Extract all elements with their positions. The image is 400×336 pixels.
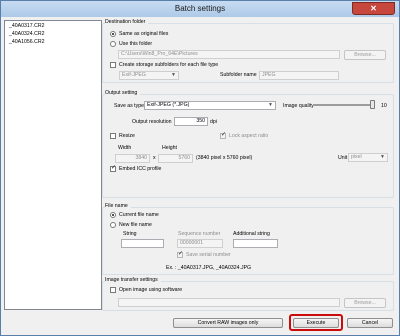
file-name-example: Ex. : _40A0317.JPG, _40A0324.JPG [166, 265, 252, 271]
file-name-header: File name [105, 203, 131, 209]
lock-aspect-ratio-checkbox[interactable] [220, 132, 226, 139]
string-field[interactable] [121, 239, 164, 248]
convert-raw-only-button[interactable]: Convert RAW images only [173, 318, 283, 328]
subfolder-type-value: Exif-JPEG [122, 72, 146, 78]
save-serial-number-label: Save serial number [186, 252, 231, 258]
unit-label: Unit [338, 155, 348, 161]
chevron-down-icon: ▼ [171, 72, 176, 78]
window-title: Batch settings [174, 4, 226, 13]
same-as-original-label: Same as original files [119, 31, 169, 37]
embed-icc-label: Embed ICC profile [119, 166, 162, 172]
destination-header: Destination folder [105, 19, 149, 25]
subfolder-name-field[interactable]: JPEG [259, 71, 339, 80]
same-as-original-radio[interactable] [110, 31, 116, 37]
additional-string-field[interactable] [233, 239, 278, 248]
image-quality-label: Image quality [283, 103, 314, 109]
software-path-field[interactable] [118, 298, 340, 307]
file-list[interactable]: _40A0317.CR2 _40A0324.CR2 _40A1056.CR2 [4, 20, 102, 310]
create-subfolders-checkbox[interactable] [110, 62, 116, 68]
execute-highlight [289, 314, 343, 331]
lock-aspect-ratio-label: Lock aspect ratio [229, 133, 269, 139]
output-resolution-label: Output resolution [132, 119, 172, 125]
save-as-label: Save as type [114, 103, 144, 109]
title-bar: Batch settings ✕ [1, 1, 399, 17]
file-list-item[interactable]: _40A1056.CR2 [9, 39, 44, 46]
close-button[interactable]: ✕ [352, 2, 395, 15]
output-header: Output setting [105, 90, 141, 96]
file-list-item[interactable]: _40A0317.CR2 [9, 23, 44, 30]
close-icon: ✕ [370, 4, 377, 13]
use-this-folder-radio[interactable] [110, 41, 116, 47]
subfolder-type-select[interactable]: Exif-JPEG ▼ [119, 71, 179, 80]
chevron-down-icon: ▼ [268, 102, 273, 108]
subfolder-name-label: Subfolder name [220, 72, 257, 78]
batch-settings-window: Batch settings ✕ _40A0317.CR2 _40A0324.C… [0, 0, 400, 336]
resolution-unit-label: dpi [210, 119, 217, 125]
unit-select[interactable]: pixel ▼ [348, 153, 388, 162]
chevron-down-icon: ▼ [380, 154, 385, 160]
height-label: Height [162, 145, 177, 151]
folder-path-field[interactable]: C:\Users\Win8_Pro_64E\Pictures [118, 50, 340, 59]
save-as-value: Exif-JPEG (*.JPG) [147, 102, 190, 108]
open-image-label: Open image using software [119, 287, 183, 293]
use-this-folder-label: Use this folder [119, 41, 153, 47]
embed-icc-checkbox[interactable] [110, 165, 116, 172]
image-transfer-header: Image transfer settings [105, 277, 161, 283]
create-subfolders-label: Create storage subfolders for each file … [119, 62, 219, 68]
current-file-name-label: Current file name [119, 212, 159, 218]
pixel-dimensions-label: (3840 pixel x 5760 pixel) [196, 155, 253, 161]
resize-checkbox[interactable] [110, 133, 116, 139]
save-as-select[interactable]: Exif-JPEG (*.JPG) ▼ [144, 101, 276, 110]
sequence-number-label: Sequence number [178, 231, 221, 237]
additional-string-label: Additional string [233, 231, 270, 237]
cancel-button[interactable]: Cancel [347, 318, 393, 328]
resize-label: Resize [119, 133, 135, 139]
sequence-number-field[interactable]: 00000001 [177, 239, 223, 248]
width-label: Width [118, 145, 132, 151]
current-file-name-radio[interactable] [110, 212, 116, 218]
destination-browse-button[interactable]: Browse... [344, 50, 386, 60]
file-list-item[interactable]: _40A0324.CR2 [9, 31, 44, 38]
image-quality-slider[interactable] [313, 104, 373, 106]
new-file-name-radio[interactable] [110, 222, 116, 228]
unit-value: pixel [351, 154, 362, 160]
new-file-name-label: New file name [119, 222, 152, 228]
image-quality-slider-thumb[interactable] [370, 100, 375, 109]
times-label: x [153, 155, 156, 161]
height-field[interactable]: 5760 [158, 154, 193, 163]
output-resolution-field[interactable]: 350 [174, 117, 208, 126]
open-image-checkbox[interactable] [110, 287, 116, 293]
image-quality-value: 10 [381, 103, 387, 109]
string-label: String [123, 231, 137, 237]
save-serial-number-checkbox[interactable] [177, 251, 183, 258]
transfer-browse-button[interactable]: Browse... [344, 298, 386, 308]
width-field[interactable]: 3840 [115, 154, 150, 163]
